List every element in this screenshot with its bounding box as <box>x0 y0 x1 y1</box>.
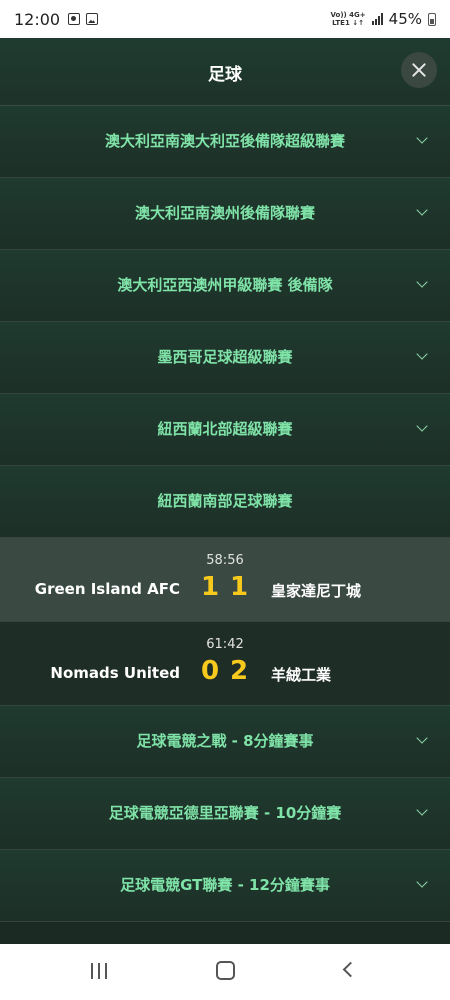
league-row[interactable]: 足球電競之戰 - 8分鐘賽事 <box>0 706 450 778</box>
match-clock: 58:56 <box>206 553 244 568</box>
network-indicator: Vo)) 4G+ LTE1 ↓↑ <box>330 11 365 27</box>
league-row[interactable]: 墨西哥足球超級聯賽 <box>0 322 450 394</box>
league-row[interactable]: 澳大利亞南澳州後備隊聯賽 <box>0 178 450 250</box>
page-title: 足球 <box>208 65 242 85</box>
league-label: 紐西蘭北部超級聯賽 <box>157 420 293 438</box>
battery-icon <box>428 12 436 26</box>
league-row[interactable]: 澳大利亞南澳大利亞後備隊超級聯賽 <box>0 106 450 178</box>
league-list: 澳大利亞南澳大利亞後備隊超級聯賽 澳大利亞南澳州後備隊聯賽 澳大利亞西澳州甲級聯… <box>0 106 450 922</box>
network-bottom-label: LTE1 ↓↑ <box>332 19 365 27</box>
match-row[interactable]: 58:56 Green Island AFC 1 1 皇家達尼丁城 <box>0 538 450 622</box>
league-label: 紐西蘭南部足球聯賽 <box>157 492 293 510</box>
home-score: 0 <box>200 656 220 686</box>
league-row[interactable]: 足球電競亞德里亞聯賽 - 10分鐘賽 <box>0 778 450 850</box>
league-label: 澳大利亞西澳州甲級聯賽 後備隊 <box>117 276 333 294</box>
match-clock: 61:42 <box>206 637 244 652</box>
league-label: 足球電競亞德里亞聯賽 - 10分鐘賽 <box>108 804 342 822</box>
sport-header: 足球 <box>0 38 450 106</box>
signal-icon <box>371 13 383 25</box>
home-icon[interactable] <box>216 961 235 980</box>
league-row[interactable]: 紐西蘭北部超級聯賽 <box>0 394 450 466</box>
close-button[interactable] <box>401 52 437 88</box>
home-team: Nomads United <box>50 664 180 682</box>
settings-notification-icon <box>68 13 81 25</box>
league-label: 澳大利亞南澳州後備隊聯賽 <box>134 204 315 222</box>
league-row-expanded[interactable]: 紐西蘭南部足球聯賽 <box>0 466 450 538</box>
league-label: 澳大利亞南澳大利亞後備隊超級聯賽 <box>104 132 345 150</box>
home-score: 1 <box>200 572 220 602</box>
away-team: 羊絨工業 <box>271 666 332 684</box>
back-icon[interactable] <box>342 961 359 978</box>
system-nav-bar <box>0 944 450 1000</box>
status-time: 12:00 <box>14 9 61 29</box>
network-top-label: Vo)) 4G+ <box>330 11 366 19</box>
league-row[interactable]: 澳大利亞西澳州甲級聯賽 後備隊 <box>0 250 450 322</box>
league-row[interactable]: 足球電競GT聯賽 - 12分鐘賽事 <box>0 850 450 922</box>
match-row[interactable]: 61:42 Nomads United 0 2 羊絨工業 <box>0 622 450 706</box>
battery-percent: 45% <box>388 10 422 28</box>
status-bar: 12:00 Vo)) 4G+ LTE1 ↓↑ 45% <box>0 0 450 38</box>
recent-apps-icon[interactable] <box>91 963 107 979</box>
away-score: 1 <box>229 572 249 602</box>
league-label: 足球電競GT聯賽 - 12分鐘賽事 <box>120 876 330 894</box>
away-team: 皇家達尼丁城 <box>271 582 362 600</box>
gallery-notification-icon <box>86 13 99 25</box>
home-team: Green Island AFC <box>34 580 180 598</box>
league-label: 足球電競之戰 - 8分鐘賽事 <box>136 732 314 750</box>
league-label: 墨西哥足球超級聯賽 <box>157 348 293 366</box>
away-score: 2 <box>229 656 249 686</box>
